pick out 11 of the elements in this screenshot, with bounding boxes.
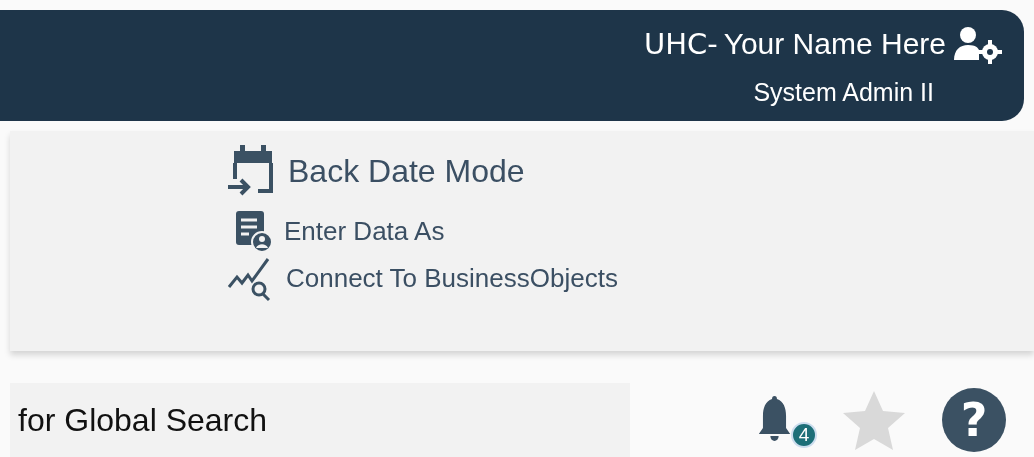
user-name: Your Name Here	[723, 27, 946, 61]
star-icon[interactable]	[842, 389, 906, 451]
help-button[interactable]: ?	[942, 388, 1006, 452]
org-label: UHC-	[643, 27, 718, 61]
menu-item[interactable]: Connect To BusinessObjects	[286, 262, 618, 294]
notification-badge: 4	[791, 422, 817, 448]
global-search-field[interactable]: for Global Search	[10, 383, 630, 457]
user-role: System Admin II	[753, 78, 934, 107]
menu-item[interactable]: Back Date Mode	[288, 152, 525, 190]
user-gear-icon[interactable]	[952, 24, 1004, 64]
menu-item[interactable]: Enter Data As	[284, 215, 445, 247]
